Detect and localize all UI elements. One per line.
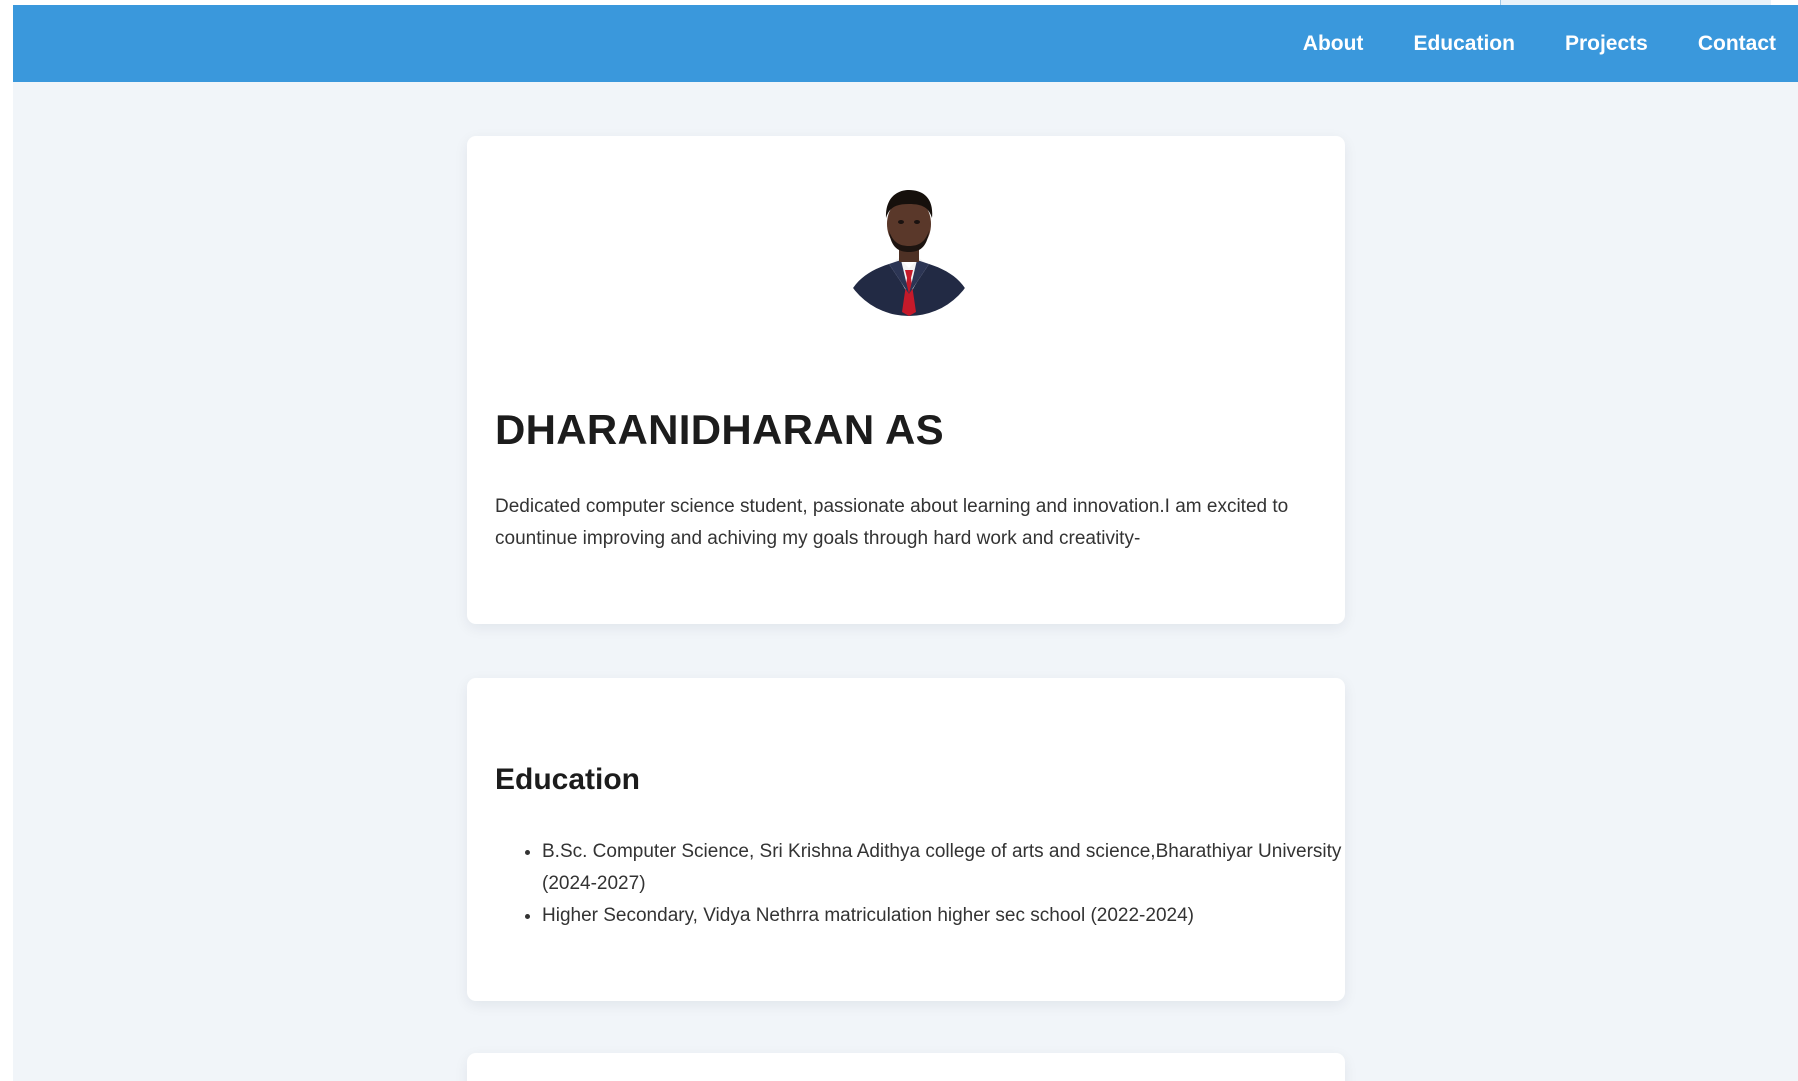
projects-card: [467, 1053, 1345, 1081]
education-title: Education: [495, 763, 641, 796]
nav-links: About Education Projects Contact: [1303, 5, 1776, 82]
nav-link-about[interactable]: About: [1303, 32, 1364, 56]
education-card: Education B.Sc. Computer Science, Sri Kr…: [467, 678, 1345, 1001]
about-card: DHARANIDHARAN AS Dedicated computer scie…: [467, 136, 1345, 624]
page-viewport: About Education Projects Contact DHARANI…: [13, 5, 1798, 1081]
profile-name: DHARANIDHARAN AS: [495, 406, 944, 453]
nav-link-projects[interactable]: Projects: [1565, 32, 1648, 56]
nav-link-education[interactable]: Education: [1413, 32, 1515, 56]
education-item: Higher Secondary, Vidya Nethrra matricul…: [542, 900, 1372, 932]
navbar: About Education Projects Contact: [13, 5, 1798, 82]
education-list: B.Sc. Computer Science, Sri Krishna Adit…: [495, 836, 1372, 932]
profile-photo: [839, 176, 979, 316]
nav-link-contact[interactable]: Contact: [1698, 32, 1776, 56]
education-item: B.Sc. Computer Science, Sri Krishna Adit…: [542, 836, 1372, 900]
profile-bio: Dedicated computer science student, pass…: [495, 496, 1289, 549]
